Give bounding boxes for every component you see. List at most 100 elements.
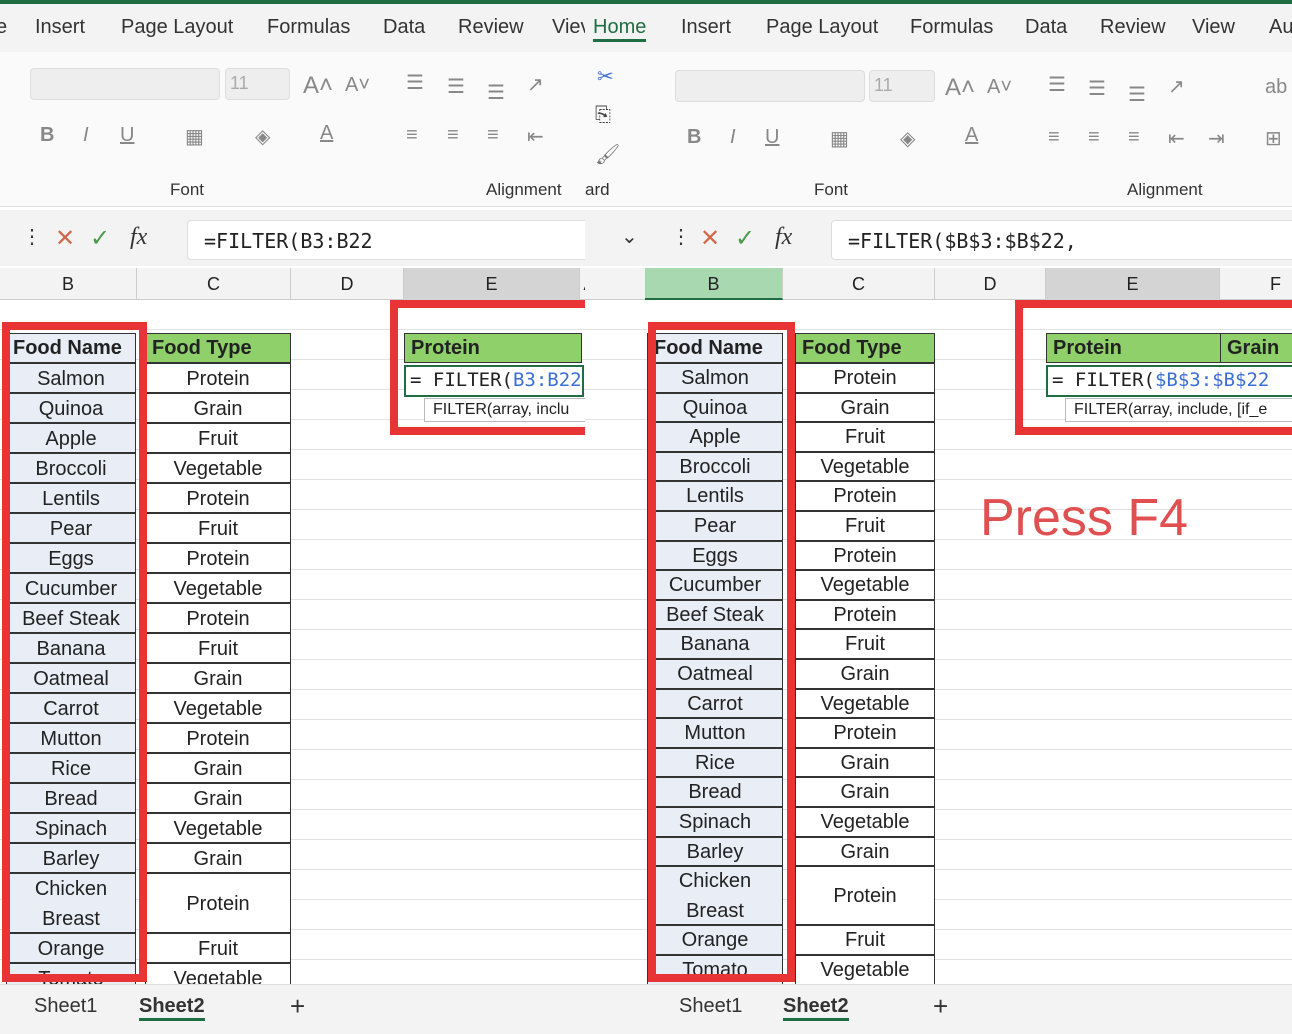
food-type-cell[interactable]: Protein: [795, 540, 935, 571]
food-type-cell[interactable]: Fruit: [795, 925, 935, 955]
align-left-icon[interactable]: ≡: [1048, 126, 1060, 149]
fill-color-icon[interactable]: ◈: [255, 124, 270, 149]
food-type-cell[interactable]: Vegetable: [145, 693, 291, 723]
food-type-cell[interactable]: Protein: [145, 723, 291, 753]
tab-data[interactable]: Data: [383, 16, 425, 39]
food-type-cell[interactable]: Protein: [795, 866, 935, 926]
food-type-cell[interactable]: Vegetable: [795, 955, 935, 985]
bold-icon[interactable]: B: [687, 126, 701, 149]
align-center-icon[interactable]: ≡: [447, 124, 459, 147]
food-type-cell[interactable]: Grain: [795, 659, 935, 689]
sheet-tab-sheet2[interactable]: Sheet2: [139, 995, 205, 1021]
food-type-cell[interactable]: Grain: [795, 392, 935, 423]
food-type-cell[interactable]: Vegetable: [795, 451, 935, 482]
food-type-cell[interactable]: Grain: [145, 843, 291, 873]
food-type-cell[interactable]: Protein: [145, 363, 291, 393]
formula-input[interactable]: =FILTER(B3:B22: [187, 220, 585, 260]
food-type-cell[interactable]: Grain: [145, 393, 291, 423]
food-type-cell[interactable]: Fruit: [145, 933, 291, 963]
tab-review[interactable]: Review: [1100, 16, 1166, 39]
header-food-type[interactable]: Food Type: [145, 333, 291, 363]
food-type-cell[interactable]: Vegetable: [145, 813, 291, 843]
align-bottom-icon[interactable]: ☰: [1128, 82, 1146, 107]
align-middle-icon[interactable]: ☰: [1088, 76, 1106, 101]
wrap-text-icon[interactable]: ab: [1265, 76, 1287, 99]
food-type-cell[interactable]: Grain: [795, 836, 935, 867]
insert-function-icon[interactable]: fx: [130, 224, 147, 251]
food-type-cell[interactable]: Vegetable: [145, 573, 291, 603]
orientation-icon[interactable]: ↗: [527, 72, 544, 97]
column-header-b[interactable]: B: [0, 268, 137, 300]
align-top-icon[interactable]: ☰: [1048, 72, 1066, 97]
column-header-c[interactable]: C: [783, 268, 935, 300]
fill-color-icon[interactable]: ◈: [900, 126, 915, 151]
tab-automate[interactable]: Au: [1269, 16, 1292, 39]
name-box-dropdown-icon[interactable]: ⌄: [621, 224, 638, 249]
food-type-cell[interactable]: Grain: [145, 753, 291, 783]
align-middle-icon[interactable]: ☰: [447, 74, 465, 99]
tab-page-layout[interactable]: Page Layout: [766, 16, 878, 39]
decrease-indent-icon[interactable]: ⇤: [527, 124, 544, 149]
underline-icon[interactable]: U: [120, 124, 134, 147]
food-type-cell[interactable]: Vegetable: [145, 453, 291, 483]
column-header-d[interactable]: D: [935, 268, 1046, 300]
increase-font-icon[interactable]: A˄: [303, 72, 333, 100]
tab-insert[interactable]: Insert: [681, 16, 731, 39]
borders-icon[interactable]: ▦: [830, 126, 849, 151]
add-sheet-button[interactable]: +: [290, 991, 305, 1022]
food-type-cell[interactable]: Protein: [145, 873, 291, 933]
tab-formulas[interactable]: Formulas: [267, 16, 350, 39]
tab-formulas[interactable]: Formulas: [910, 16, 993, 39]
sheet-tab-sheet1[interactable]: Sheet1: [34, 995, 97, 1018]
food-type-cell[interactable]: Fruit: [795, 511, 935, 541]
cancel-icon[interactable]: ✕: [700, 224, 720, 253]
food-type-cell[interactable]: Grain: [795, 747, 935, 778]
align-top-icon[interactable]: ☰: [406, 70, 424, 95]
italic-icon[interactable]: I: [730, 126, 736, 149]
more-icon[interactable]: ⋮: [671, 224, 691, 249]
add-sheet-button[interactable]: +: [933, 991, 948, 1022]
column-header-f[interactable]: F: [1220, 268, 1292, 300]
food-type-cell[interactable]: Protein: [145, 603, 291, 633]
align-right-icon[interactable]: ≡: [487, 124, 499, 147]
insert-function-icon[interactable]: fx: [775, 224, 792, 251]
cancel-icon[interactable]: ✕: [55, 224, 75, 253]
increase-indent-icon[interactable]: ⇥: [1208, 126, 1225, 151]
food-type-cell[interactable]: Grain: [145, 783, 291, 813]
food-type-cell[interactable]: Vegetable: [795, 570, 935, 600]
food-type-cell[interactable]: Vegetable: [795, 807, 935, 837]
food-type-cell[interactable]: Protein: [145, 543, 291, 573]
increase-font-icon[interactable]: A˄: [945, 74, 975, 102]
tab-insert[interactable]: Insert: [35, 16, 85, 39]
sheet-tab-sheet2[interactable]: Sheet2: [783, 995, 849, 1021]
enter-icon[interactable]: ✓: [735, 224, 755, 253]
tab-view[interactable]: View: [1192, 16, 1235, 39]
font-name-dropdown[interactable]: [30, 68, 220, 100]
food-type-cell[interactable]: Fruit: [145, 513, 291, 543]
food-type-cell[interactable]: Vegetable: [795, 688, 935, 719]
tab-data[interactable]: Data: [1025, 16, 1067, 39]
column-header-b[interactable]: B: [645, 268, 783, 300]
food-type-cell[interactable]: Fruit: [795, 629, 935, 659]
orientation-icon[interactable]: ↗: [1168, 74, 1185, 99]
food-type-cell[interactable]: Fruit: [145, 423, 291, 453]
tab-view[interactable]: Viev: [552, 16, 585, 39]
copy-icon[interactable]: ⎘: [595, 104, 611, 127]
align-bottom-icon[interactable]: ☰: [487, 80, 505, 105]
align-left-icon[interactable]: ≡: [406, 124, 418, 147]
column-header-e[interactable]: E: [1046, 268, 1220, 300]
align-right-icon[interactable]: ≡: [1128, 126, 1140, 149]
food-type-cell[interactable]: Protein: [795, 481, 935, 511]
font-color-icon[interactable]: A: [965, 124, 978, 147]
decrease-font-icon[interactable]: A˅: [345, 74, 370, 97]
cut-icon[interactable]: ✂: [597, 64, 614, 89]
food-type-cell[interactable]: Protein: [145, 483, 291, 513]
column-header-e[interactable]: E: [404, 268, 580, 300]
align-center-icon[interactable]: ≡: [1088, 126, 1100, 149]
borders-icon[interactable]: ▦: [185, 124, 204, 149]
font-size-dropdown[interactable]: 11: [869, 70, 935, 102]
tab-page-layout[interactable]: Page Layout: [121, 16, 233, 39]
font-color-icon[interactable]: A: [320, 122, 333, 145]
food-type-cell[interactable]: Protein: [795, 599, 935, 630]
font-name-dropdown[interactable]: [675, 70, 865, 102]
